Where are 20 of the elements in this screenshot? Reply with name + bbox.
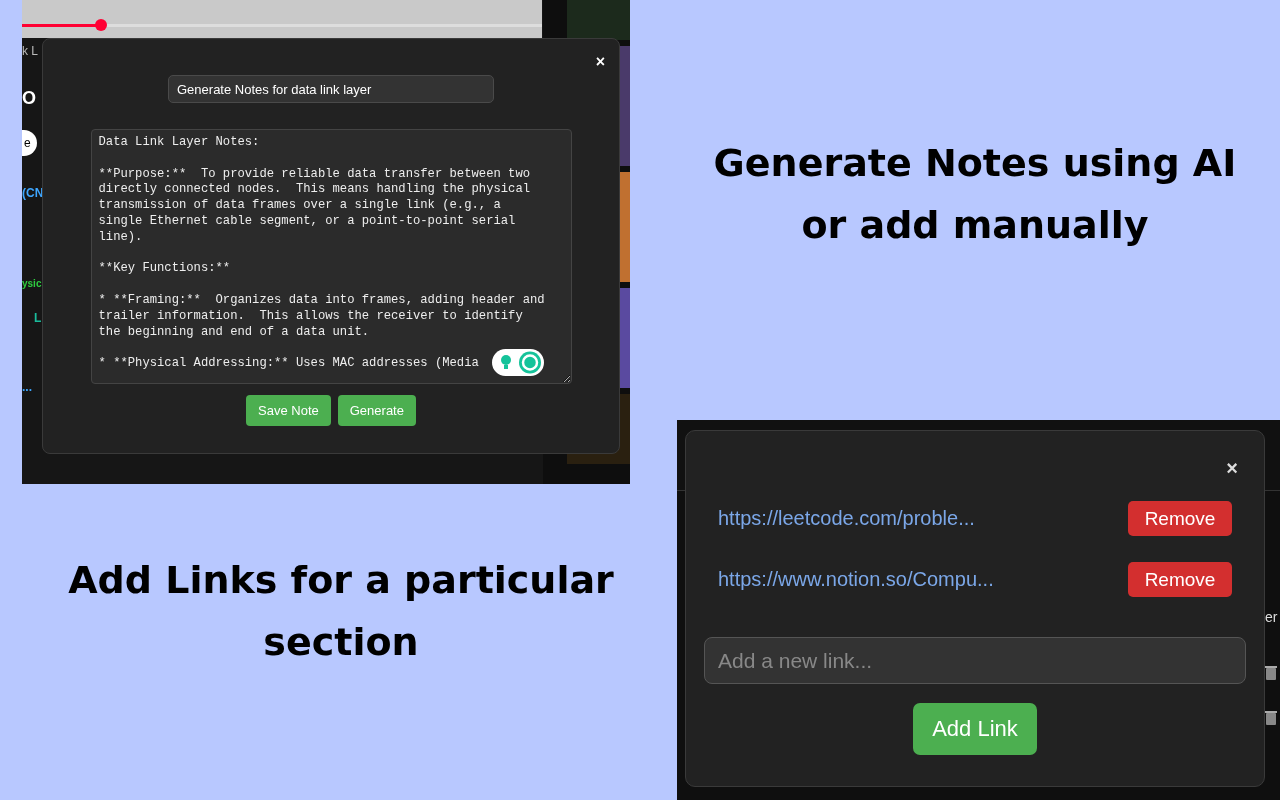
page-text-fragment: ysic <box>22 278 42 289</box>
close-button[interactable]: × <box>593 53 607 71</box>
trash-icon[interactable] <box>1265 665 1277 681</box>
page-text-fragment: k L <box>22 44 38 58</box>
saved-link[interactable]: https://www.notion.so/Compu... <box>718 568 994 591</box>
remove-button[interactable]: Remove <box>1128 501 1232 536</box>
new-link-field[interactable]: Add a new link... <box>704 637 1246 684</box>
title-field[interactable]: Generate Notes for data link layer <box>168 75 494 103</box>
caption-heading: Add Links for a particular section <box>67 557 615 666</box>
saved-link[interactable]: https://leetcode.com/proble... <box>718 507 975 530</box>
trash-icon[interactable] <box>1265 710 1277 726</box>
page-text-fragment: L <box>34 311 42 325</box>
close-button[interactable]: × <box>1224 457 1240 480</box>
page-text-fragment: e <box>22 130 37 156</box>
remove-button[interactable]: Remove <box>1128 562 1232 597</box>
caption-heading: Generate Notes using AI or add manually <box>712 140 1238 249</box>
page-text-fragment: ... <box>22 380 32 394</box>
page-text-fragment: O <box>22 88 36 109</box>
notes-text-area[interactable]: Data Link Layer Notes: **Purpose:** To provide reliable data transfer between two directly connected nodes. This means handling the physical transmission of data frames over a single link (e.g., a single Ethernet cable segment, or a point-to-point serial line). **Key Functions:** * **Framing:** Organizes data into frames, adding header and trailer information. This allows the receiver to identify the beginning and end of a data unit. * **Physical Addressing:** Uses MAC addresses (Media <box>90 129 572 384</box>
page-text-fragment: er <box>1265 609 1278 625</box>
